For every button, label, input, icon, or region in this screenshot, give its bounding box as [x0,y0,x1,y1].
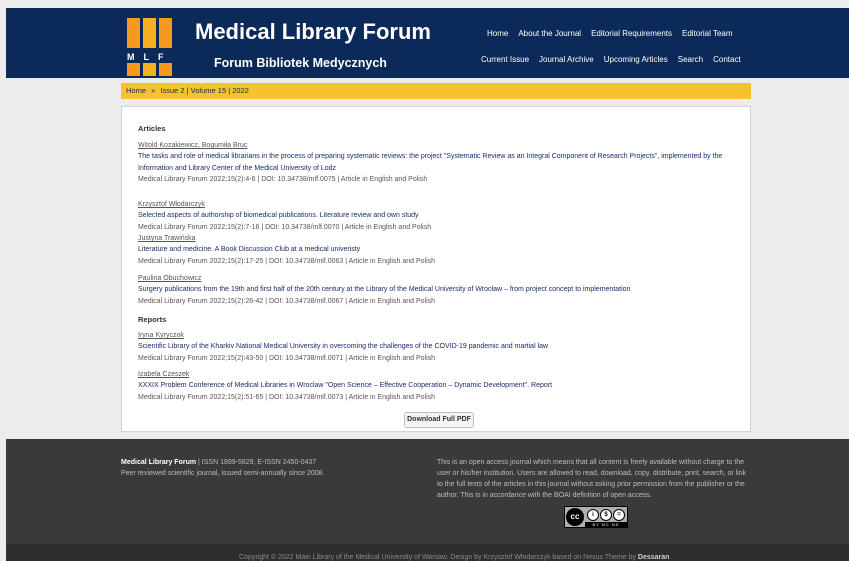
author-link[interactable]: Witold Kozakiewicz [138,142,198,149]
article-entry: Witold Kozakiewicz, Bogumiła Bruc The ta… [138,140,743,185]
report-entry: Izabela Czeszek XXXIX Problem Conference… [138,369,743,403]
reports-heading: Reports [138,315,167,324]
author-link[interactable]: Krzysztof Włodarczyk [138,201,205,208]
nav-journal-archive[interactable]: Journal Archive [539,55,594,64]
nav-home[interactable]: Home [487,29,508,38]
copyright-bar: Copyright © 2022 Main Library of the Med… [6,544,849,561]
copyright-body: Copyright © 2022 Main Library of the Med… [239,554,638,561]
nav-contact[interactable]: Contact [713,55,741,64]
author-link[interactable]: Paulina Obuchowicz [138,275,201,282]
secondary-nav: Current Issue Journal Archive Upcoming A… [481,55,741,64]
report-meta: Medical Library Forum 2022;15(2):43-50 |… [138,354,436,362]
footer-journal-name: Medical Library Forum [121,459,197,466]
primary-nav: Home About the Journal Editorial Require… [487,29,733,38]
license-label: BY NC ND [585,522,627,528]
report-title[interactable]: Scientific Library of the Kharkiv Nation… [138,341,743,352]
site-header: MLF Medical Library Forum Forum Bibliote… [6,8,849,78]
issue-contents: Articles Witold Kozakiewicz, Bogumiła Br… [121,106,751,432]
nav-search[interactable]: Search [678,55,703,64]
logo-block [159,63,172,76]
copyright-text: Copyright © 2022 Main Library of the Med… [239,554,669,561]
report-meta: Medical Library Forum 2022;15(2):51-65 |… [138,393,436,401]
article-entry: Paulina Obuchowicz Surgery publications … [138,273,743,307]
open-access-statement: This is an open access journal which mea… [437,459,747,499]
author-link[interactable]: Iryna Kyryczok [138,332,184,339]
breadcrumb-separator: » [151,86,156,95]
footer-description: Peer reviewed scientific journal, issued… [121,470,325,477]
nd-icon: = [613,509,625,521]
logo-letters: MLF [127,52,173,62]
nav-editorial-team[interactable]: Editorial Team [682,29,733,38]
nc-icon: $ [600,509,612,521]
article-title[interactable]: The tasks and role of medical librarians… [138,151,743,174]
article-meta: Medical Library Forum 2022;15(2):17-25 |… [138,257,436,265]
nav-current-issue[interactable]: Current Issue [481,55,529,64]
article-meta: Medical Library Forum 2022;15(2):7-16 | … [138,223,432,231]
logo-block [159,18,172,48]
download-full-pdf-button[interactable]: Download Full PDF [404,412,474,428]
logo-block [143,18,156,48]
report-title[interactable]: XXXIX Problem Conference of Medical Libr… [138,380,743,391]
author-link[interactable]: Bogumiła Bruc [202,142,248,149]
articles-heading: Articles [138,124,166,133]
cc-icon: cc [566,508,584,526]
author-link[interactable]: Justyna Trawińska [138,235,196,242]
breadcrumb-home[interactable]: Home [126,86,146,95]
article-meta: Medical Library Forum 2022;15(2):4-6 | D… [138,175,428,183]
logo-block [127,18,140,48]
nav-editorial-requirements[interactable]: Editorial Requirements [591,29,672,38]
article-entry: Krzysztof Włodarczyk Selected aspects of… [138,199,743,233]
breadcrumb-current: Issue 2 | Volume 15 | 2022 [160,86,249,95]
nav-about-journal[interactable]: About the Journal [518,29,581,38]
author-link[interactable]: Izabela Czeszek [138,371,189,378]
footer-issn: | ISSN 1899-5829, E-ISSN 2450-0437 [196,459,317,466]
mlf-logo[interactable] [127,18,175,76]
article-title[interactable]: Literature and medicine. A Book Discussi… [138,244,743,255]
designer-link[interactable]: Dessaran [638,554,670,561]
site-footer: Medical Library Forum | ISSN 1899-5829, … [6,439,849,544]
report-entry: Iryna Kyryczok Scientific Library of the… [138,330,743,364]
footer-journal-info: Medical Library Forum | ISSN 1899-5829, … [121,457,391,479]
logo-block [127,63,140,76]
site-title[interactable]: Medical Library Forum [195,19,431,45]
logo-block [143,63,156,76]
article-entry: Justyna Trawińska Literature and medicin… [138,233,743,267]
article-title[interactable]: Selected aspects of authorship of biomed… [138,210,743,221]
nav-upcoming-articles[interactable]: Upcoming Articles [604,55,668,64]
article-title[interactable]: Surgery publications from the 19th and f… [138,284,743,295]
cc-license-badge[interactable]: cc i $ = BY NC ND [564,506,628,528]
site-subtitle: Forum Bibliotek Medycznych [214,56,387,70]
by-icon: i [587,509,599,521]
article-meta: Medical Library Forum 2022;15(2):26-42 |… [138,297,436,305]
breadcrumb: Home » Issue 2 | Volume 15 | 2022 [121,83,751,99]
